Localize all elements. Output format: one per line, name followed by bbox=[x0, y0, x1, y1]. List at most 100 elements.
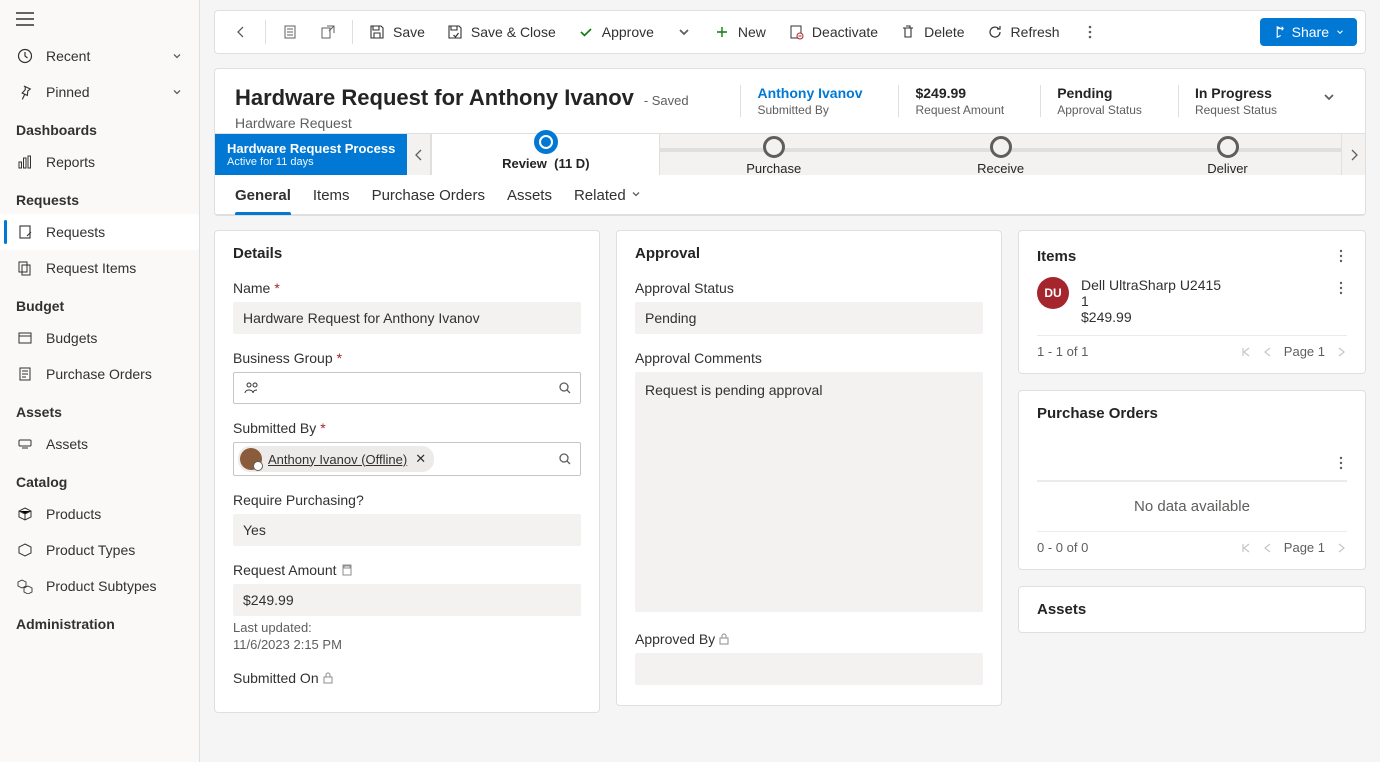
save-button[interactable]: Save bbox=[359, 18, 435, 46]
po-count: 0 - 0 of 0 bbox=[1037, 540, 1088, 555]
chevron-down-icon bbox=[171, 50, 183, 62]
main-content: Save Save & Close Approve New Deact bbox=[200, 0, 1380, 762]
header-approval-label: Approval Status bbox=[1057, 103, 1142, 117]
business-process-flow: Hardware Request Process Active for 11 d… bbox=[215, 133, 1365, 175]
tab-related[interactable]: Related bbox=[574, 187, 642, 214]
section-catalog: Catalog bbox=[0, 462, 199, 496]
back-button[interactable] bbox=[223, 18, 259, 46]
section-budget: Budget bbox=[0, 286, 199, 320]
nav-products[interactable]: Products bbox=[0, 496, 199, 532]
record-title: Hardware Request for Anthony Ivanov bbox=[235, 85, 634, 110]
nav-requests[interactable]: Requests bbox=[0, 214, 199, 250]
new-button[interactable]: New bbox=[704, 18, 776, 46]
item-row-more-button[interactable] bbox=[1335, 277, 1347, 299]
business-group-lookup[interactable] bbox=[233, 372, 581, 404]
asset-icon bbox=[16, 435, 34, 453]
open-record-set-button[interactable] bbox=[272, 18, 308, 46]
require-purchasing-field[interactable] bbox=[233, 514, 581, 546]
request-amount-field[interactable] bbox=[233, 584, 581, 616]
submitted-by-lookup[interactable]: Anthony Ivanov (Offline) ✕ bbox=[233, 442, 581, 476]
sidebar: Recent Pinned Dashboards Reports Request… bbox=[0, 0, 200, 762]
deactivate-icon bbox=[788, 24, 804, 40]
search-icon bbox=[558, 381, 572, 395]
popout-button[interactable] bbox=[310, 18, 346, 46]
tab-general[interactable]: General bbox=[235, 187, 291, 214]
bpf-stage-purchase[interactable]: Purchase bbox=[660, 134, 887, 175]
plus-icon bbox=[714, 24, 730, 40]
po-more-button[interactable] bbox=[1335, 452, 1347, 474]
section-dashboards: Dashboards bbox=[0, 110, 199, 144]
bpf-info[interactable]: Hardware Request Process Active for 11 d… bbox=[215, 134, 407, 175]
popout-icon bbox=[320, 24, 336, 40]
next-page-icon[interactable] bbox=[1335, 346, 1347, 358]
people-icon bbox=[244, 381, 260, 395]
item-name: Dell UltraSharp U2415 bbox=[1081, 277, 1323, 293]
save-status: - Saved bbox=[644, 93, 689, 108]
clock-icon bbox=[16, 47, 34, 65]
bpf-stage-review[interactable]: Review (11 D) bbox=[431, 134, 660, 175]
request-icon bbox=[16, 223, 34, 241]
prev-page-icon[interactable] bbox=[1262, 542, 1274, 554]
delete-button[interactable]: Delete bbox=[890, 18, 974, 46]
submitted-by-pill[interactable]: Anthony Ivanov (Offline) ✕ bbox=[238, 446, 434, 472]
tab-purchase-orders[interactable]: Purchase Orders bbox=[372, 187, 485, 214]
remove-pill-button[interactable]: ✕ bbox=[415, 451, 426, 467]
item-row[interactable]: DU Dell UltraSharp U2415 1 $249.99 bbox=[1037, 267, 1347, 335]
bpf-dot-active bbox=[534, 130, 558, 154]
chevron-down-icon bbox=[171, 86, 183, 98]
name-field[interactable] bbox=[233, 302, 581, 334]
nav-purchase-orders[interactable]: Purchase Orders bbox=[0, 356, 199, 392]
bpf-next-button[interactable] bbox=[1341, 134, 1365, 175]
items-subgrid: Items DU Dell UltraSharp U2415 1 $249.99 bbox=[1018, 230, 1366, 374]
header-submitted-by-value[interactable]: Anthony Ivanov bbox=[757, 85, 862, 101]
nav-pinned[interactable]: Pinned bbox=[0, 74, 199, 110]
bpf-prev-button[interactable] bbox=[407, 134, 431, 175]
header-expand-button[interactable] bbox=[1313, 85, 1345, 109]
approved-by-field[interactable] bbox=[635, 653, 983, 685]
nav-reports[interactable]: Reports bbox=[0, 144, 199, 180]
bpf-stage-deliver[interactable]: Deliver bbox=[1114, 134, 1341, 175]
approve-button[interactable]: Approve bbox=[568, 18, 664, 46]
nav-product-types[interactable]: Product Types bbox=[0, 532, 199, 568]
save-close-button[interactable]: Save & Close bbox=[437, 18, 566, 46]
nav-request-items[interactable]: Request Items bbox=[0, 250, 199, 286]
form-tabs: General Items Purchase Orders Assets Rel… bbox=[215, 175, 1365, 215]
nav-budgets[interactable]: Budgets bbox=[0, 320, 199, 356]
first-page-icon[interactable] bbox=[1240, 346, 1252, 358]
approval-comments-field[interactable] bbox=[635, 372, 983, 612]
nav-assets[interactable]: Assets bbox=[0, 426, 199, 462]
lock-icon bbox=[719, 633, 729, 645]
last-updated-value: 11/6/2023 2:15 PM bbox=[233, 637, 581, 652]
item-price: $249.99 bbox=[1081, 309, 1323, 325]
next-page-icon[interactable] bbox=[1335, 542, 1347, 554]
approval-status-field[interactable] bbox=[635, 302, 983, 334]
tab-assets[interactable]: Assets bbox=[507, 187, 552, 214]
deactivate-button[interactable]: Deactivate bbox=[778, 18, 888, 46]
reports-icon bbox=[16, 153, 34, 171]
po-pager: Page 1 bbox=[1240, 540, 1347, 555]
nav-recent[interactable]: Recent bbox=[0, 38, 199, 74]
first-page-icon[interactable] bbox=[1240, 542, 1252, 554]
lock-icon bbox=[323, 672, 333, 684]
header-amount-value: $249.99 bbox=[915, 85, 1004, 101]
budget-icon bbox=[16, 329, 34, 347]
header-status-label: Request Status bbox=[1195, 103, 1277, 117]
tab-items[interactable]: Items bbox=[313, 187, 350, 214]
share-button[interactable]: Share bbox=[1260, 18, 1357, 46]
approve-split-button[interactable] bbox=[666, 18, 702, 46]
avatar bbox=[240, 448, 262, 470]
items-more-button[interactable] bbox=[1335, 245, 1347, 267]
nav-toggle-button[interactable] bbox=[0, 0, 199, 38]
nav-product-subtypes[interactable]: Product Subtypes bbox=[0, 568, 199, 604]
chevron-down-icon bbox=[630, 187, 642, 204]
bpf-stage-receive[interactable]: Receive bbox=[887, 134, 1114, 175]
header-submitted-by-label: Submitted By bbox=[757, 103, 862, 117]
po-no-data: No data available bbox=[1037, 481, 1347, 531]
prev-page-icon[interactable] bbox=[1262, 346, 1274, 358]
save-icon bbox=[369, 24, 385, 40]
assets-subgrid: Assets bbox=[1018, 586, 1366, 633]
entity-name: Hardware Request bbox=[235, 115, 720, 131]
last-updated-label: Last updated: bbox=[233, 620, 581, 635]
overflow-button[interactable] bbox=[1072, 18, 1108, 46]
refresh-button[interactable]: Refresh bbox=[977, 18, 1070, 46]
